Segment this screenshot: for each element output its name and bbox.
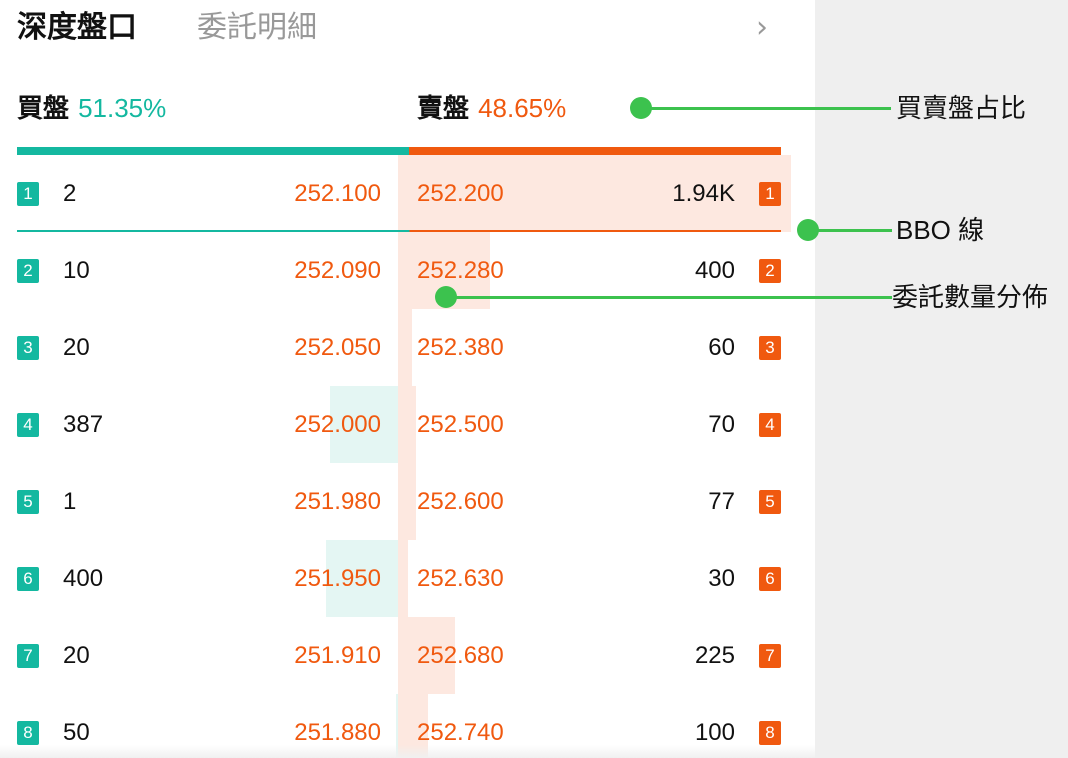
order-book-row[interactable]: 5 1 251.980 252.600 77 5: [0, 463, 815, 540]
bid-quantity: 400: [63, 565, 104, 592]
ask-quantity: 1.94K: [672, 180, 735, 207]
bid-quantity: 20: [63, 642, 90, 669]
tab-order-detail[interactable]: 委託明細: [197, 8, 317, 48]
ask-volume-bar: [398, 463, 416, 540]
bid-level-badge: 2: [17, 259, 39, 283]
annotation-line-bbo: [808, 229, 892, 232]
bid-level-badge: 3: [17, 336, 39, 360]
ask-price[interactable]: 252.600: [417, 483, 504, 521]
bid-price[interactable]: 252.100: [294, 175, 381, 213]
ask-level-badge: 6: [759, 567, 781, 591]
bid-price[interactable]: 251.980: [294, 483, 381, 521]
bid-level-badge: 5: [17, 490, 39, 514]
ask-level-badge: 7: [759, 644, 781, 668]
bottom-fade: [0, 745, 815, 758]
sell-label: 賣盤: [417, 94, 470, 124]
bid-quantity: 10: [63, 257, 90, 284]
buy-ratio-fill: [17, 147, 410, 155]
bid-level-badge: 4: [17, 413, 39, 437]
bid-price[interactable]: 251.910: [294, 637, 381, 675]
annotation-label-bbo: BBO 線: [896, 215, 985, 245]
bid-quantity: 20: [63, 334, 90, 361]
ask-level-badge: 1: [759, 182, 781, 206]
bid-level-badge: 1: [17, 182, 39, 206]
chevron-right-icon[interactable]: ›: [756, 8, 768, 48]
annotation-line-ratio: [641, 107, 891, 110]
ask-price[interactable]: 252.380: [417, 329, 504, 367]
ask-quantity: 400: [694, 257, 735, 284]
buy-percentage: 51.35%: [78, 93, 167, 123]
bid-level-badge: 8: [17, 721, 39, 745]
bid-price[interactable]: 252.090: [294, 252, 381, 290]
order-book-row[interactable]: 3 20 252.050 252.380 60 3: [0, 309, 815, 386]
ask-volume-bar: [398, 386, 416, 463]
ask-price[interactable]: 252.200: [417, 175, 504, 213]
order-book-row[interactable]: 6 400 251.950 252.630 30 6: [0, 540, 815, 617]
bid-quantity: 2: [63, 180, 77, 207]
bid-quantity: 1: [63, 488, 77, 515]
ask-price[interactable]: 252.280: [417, 252, 504, 290]
bid-price[interactable]: 251.950: [294, 560, 381, 598]
bid-quantity: 387: [63, 411, 104, 438]
order-book-row[interactable]: 1 2 252.100 252.200 1.94K 1: [0, 155, 815, 232]
order-book-panel: 深度盤口 委託明細 › 買盤 51.35% 賣盤 48.65% 1 2 252.10…: [0, 0, 815, 758]
buy-summary: 買盤 51.35%: [17, 90, 166, 127]
ask-quantity: 77: [708, 488, 735, 515]
ask-level-badge: 4: [759, 413, 781, 437]
ask-level-badge: 8: [759, 721, 781, 745]
sell-percentage: 48.65%: [478, 93, 567, 123]
order-book-row[interactable]: 7 20 251.910 252.680 225 7: [0, 617, 815, 694]
ask-level-badge: 2: [759, 259, 781, 283]
ask-price[interactable]: 252.680: [417, 637, 504, 675]
order-book-row[interactable]: 4 387 252.000 252.500 70 4: [0, 386, 815, 463]
bid-price[interactable]: 252.000: [294, 406, 381, 444]
ask-level-badge: 3: [759, 336, 781, 360]
tab-depth[interactable]: 深度盤口: [17, 8, 137, 48]
sell-summary: 賣盤 48.65%: [417, 90, 566, 127]
bbo-line: [17, 230, 781, 232]
ask-volume-bar: [398, 309, 412, 386]
bid-price[interactable]: 252.050: [294, 329, 381, 367]
annotation-label-ratio: 買賣盤占比: [896, 93, 1027, 123]
ask-volume-bar: [398, 540, 408, 617]
buy-sell-ratio-bar: [17, 147, 781, 155]
bid-level-badge: 7: [17, 644, 39, 668]
ask-quantity: 70: [708, 411, 735, 438]
sell-ratio-fill: [409, 147, 781, 155]
ask-quantity: 225: [694, 642, 735, 669]
ask-quantity: 30: [708, 565, 735, 592]
ask-quantity: 60: [708, 334, 735, 361]
buy-label: 買盤: [17, 94, 70, 124]
bid-level-badge: 6: [17, 567, 39, 591]
ask-level-badge: 5: [759, 490, 781, 514]
ask-price[interactable]: 252.500: [417, 406, 504, 444]
ask-price[interactable]: 252.630: [417, 560, 504, 598]
annotation-label-distribution: 委託數量分佈: [892, 282, 1049, 312]
annotation-line-distribution: [446, 296, 892, 299]
